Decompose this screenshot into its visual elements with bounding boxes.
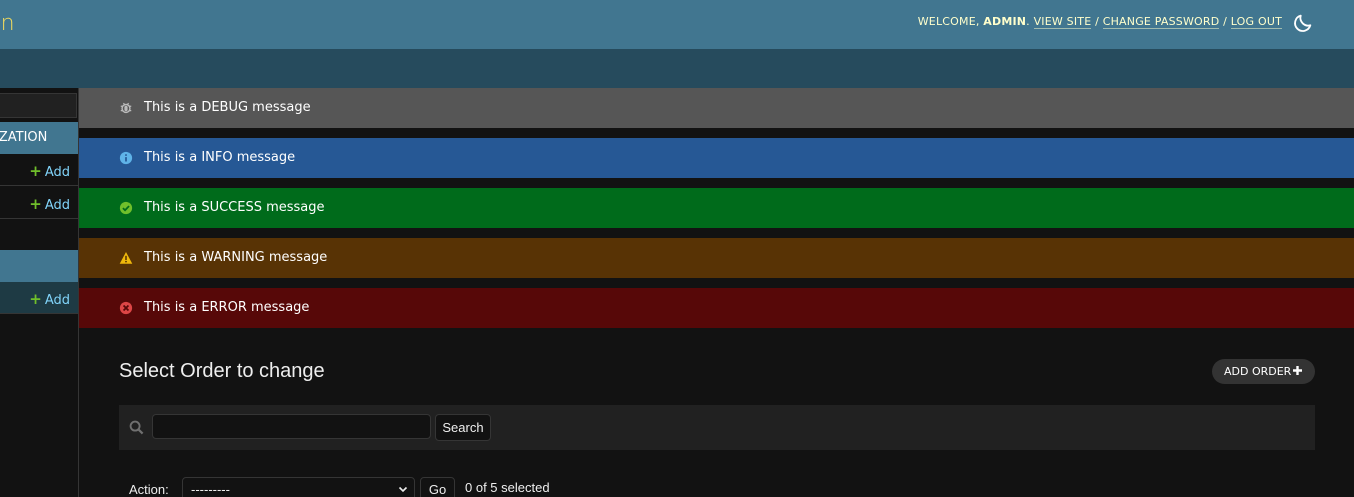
app-caption-shop[interactable] bbox=[0, 250, 78, 282]
add-order-label[interactable]: Add order bbox=[1224, 365, 1291, 378]
message-warning: This is a WARNING message bbox=[79, 238, 1354, 278]
info-icon bbox=[119, 151, 133, 165]
plus-icon: + bbox=[29, 290, 42, 308]
warning-icon bbox=[119, 252, 133, 264]
theme-toggle-button[interactable] bbox=[1292, 12, 1314, 34]
message-debug: This is a DEBUG message bbox=[79, 88, 1354, 128]
separator: / bbox=[1095, 15, 1099, 28]
go-button[interactable]: Go bbox=[420, 477, 455, 497]
app-caption-label[interactable]: RIZATION bbox=[0, 122, 47, 154]
add-label[interactable]: Add bbox=[45, 165, 70, 180]
actions-bar: Action: --------- Go 0 of 5 selected bbox=[119, 474, 619, 497]
plus-icon bbox=[1293, 366, 1302, 375]
message-text: This is a DEBUG message bbox=[144, 100, 311, 115]
plus-icon: + bbox=[29, 195, 42, 213]
plus-icon: + bbox=[29, 162, 42, 180]
action-select-value[interactable]: --------- bbox=[191, 482, 230, 497]
model-row-groups[interactable]: + Add bbox=[0, 154, 78, 186]
action-label: Action: bbox=[129, 482, 169, 497]
view-site-link[interactable]: View site bbox=[1033, 15, 1092, 29]
welcome-text: Welcome, bbox=[917, 15, 980, 28]
model-row-orders[interactable]: + Add bbox=[0, 282, 78, 314]
bug-icon bbox=[120, 102, 132, 114]
site-branding[interactable]: ation bbox=[0, 11, 15, 36]
message-text: This is a WARNING message bbox=[144, 250, 328, 265]
message-text: This is a INFO message bbox=[144, 150, 296, 165]
search-icon bbox=[129, 420, 144, 435]
error-icon bbox=[119, 301, 133, 315]
message-text: This is a ERROR message bbox=[144, 300, 310, 315]
add-label[interactable]: Add bbox=[45, 293, 70, 308]
site-name[interactable]: ation bbox=[0, 11, 15, 36]
user-tools: Welcome, admin. View site / Change passw… bbox=[917, 15, 1282, 29]
add-label[interactable]: Add bbox=[45, 198, 70, 213]
app-caption-authorization[interactable]: RIZATION bbox=[0, 122, 78, 154]
add-link[interactable]: + Add bbox=[29, 162, 70, 180]
selected-count: 0 of 5 selected bbox=[465, 480, 550, 495]
add-link[interactable]: + Add bbox=[29, 195, 70, 213]
change-password-link[interactable]: Change password bbox=[1102, 15, 1220, 29]
message-error: This is a ERROR message bbox=[79, 288, 1354, 328]
action-select[interactable]: --------- bbox=[182, 477, 415, 497]
check-circle-icon bbox=[119, 201, 133, 215]
search-input[interactable] bbox=[152, 414, 431, 439]
changelist-search-toolbar: Search bbox=[119, 405, 1315, 450]
log-out-link[interactable]: Log out bbox=[1230, 15, 1282, 29]
separator: / bbox=[1223, 15, 1228, 28]
message-success: This is a SUCCESS message bbox=[79, 188, 1354, 228]
message-text: This is a SUCCESS message bbox=[144, 200, 325, 215]
add-link[interactable]: + Add bbox=[29, 290, 70, 308]
model-row-users[interactable]: + Add bbox=[0, 187, 78, 219]
moon-icon bbox=[1294, 14, 1312, 32]
nav-sidebar: RIZATION +Add +Add +Add bbox=[0, 88, 79, 497]
search-button[interactable]: Search bbox=[435, 414, 491, 441]
add-order-button[interactable]: Add order bbox=[1212, 359, 1315, 384]
chevron-down-icon bbox=[398, 486, 408, 493]
nav-filter-input[interactable] bbox=[0, 93, 77, 118]
message-info: This is a INFO message bbox=[79, 138, 1354, 178]
page-title: Select Order to change bbox=[119, 360, 325, 382]
header: ation Welcome, admin. View site / Change… bbox=[0, 0, 1354, 49]
username: admin bbox=[983, 15, 1027, 28]
breadcrumbs bbox=[0, 49, 1354, 88]
